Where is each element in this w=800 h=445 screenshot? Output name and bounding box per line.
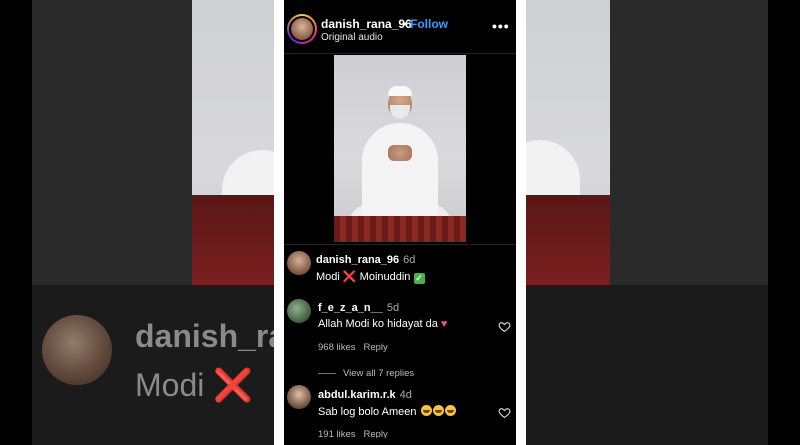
laughing-emoji-icon: [420, 405, 432, 416]
post-screen: danish_rana_96 • Follow Original audio •…: [284, 8, 516, 438]
check-mark-icon: ✓: [413, 273, 425, 284]
comment-time: 5d: [386, 302, 400, 314]
background-photo-right: [500, 0, 610, 285]
reply-button[interactable]: Reply: [364, 342, 388, 353]
comment-text: Sab log bolo Ameen: [318, 405, 456, 418]
caption-time: 6d: [403, 254, 416, 266]
frame-border-right: [516, 0, 526, 445]
avatar[interactable]: [287, 299, 311, 323]
caption-text: Modi ❌ Moinuddin ✓: [316, 271, 425, 284]
avatar[interactable]: [287, 385, 311, 409]
comment-meta: 191 likes Reply: [318, 429, 396, 438]
post-header: danish_rana_96 • Follow Original audio •…: [284, 8, 516, 52]
prayer-rug: [334, 216, 466, 242]
comment-username[interactable]: abdul.karim.r.k 4d: [318, 389, 412, 401]
comment-meta: 968 likes Reply: [318, 342, 396, 353]
likes-count[interactable]: 968 likes: [318, 342, 356, 353]
more-options-icon[interactable]: •••: [492, 18, 510, 34]
background-large-caption: Modi ❌: [135, 367, 254, 403]
audio-label[interactable]: Original audio: [321, 32, 383, 43]
likes-count[interactable]: 191 likes: [318, 429, 356, 438]
divider: [284, 53, 516, 54]
figure-cap: [388, 86, 412, 96]
replies-line: [318, 373, 336, 374]
caption-username[interactable]: danish_rana_96 6d: [316, 254, 415, 266]
reply-button[interactable]: Reply: [364, 429, 388, 438]
background-large-username: danish_ra: [135, 318, 287, 354]
comment-username[interactable]: f_e_z_a_n__ 5d: [318, 302, 399, 314]
frame-border-left: [274, 0, 284, 445]
like-heart-icon[interactable]: [498, 406, 511, 419]
divider: [284, 244, 516, 245]
follow-button[interactable]: Follow: [410, 17, 448, 31]
heart-emoji-icon: ♥: [440, 318, 448, 330]
view-replies-button[interactable]: View all 7 replies: [343, 368, 414, 379]
avatar: [291, 18, 313, 40]
background-lower-right: [520, 285, 768, 445]
comment-time: 4d: [399, 389, 412, 401]
separator-dot: •: [402, 17, 407, 31]
like-heart-icon[interactable]: [498, 320, 511, 333]
post-username[interactable]: danish_rana_96: [321, 17, 412, 31]
figure-beard: [390, 105, 410, 119]
background-avatar: [42, 315, 112, 385]
post-image[interactable]: [334, 55, 466, 242]
avatar[interactable]: [287, 251, 311, 275]
figure-hands: [388, 145, 412, 161]
story-ring-avatar[interactable]: [287, 14, 317, 44]
background-photo-left: [192, 0, 302, 285]
comment-text: Allah Modi ko hidayat da ♥: [318, 318, 448, 330]
cross-mark-icon: ❌: [342, 271, 357, 283]
laughing-emoji-icon: [444, 405, 456, 416]
laughing-emoji-icon: [432, 405, 444, 416]
